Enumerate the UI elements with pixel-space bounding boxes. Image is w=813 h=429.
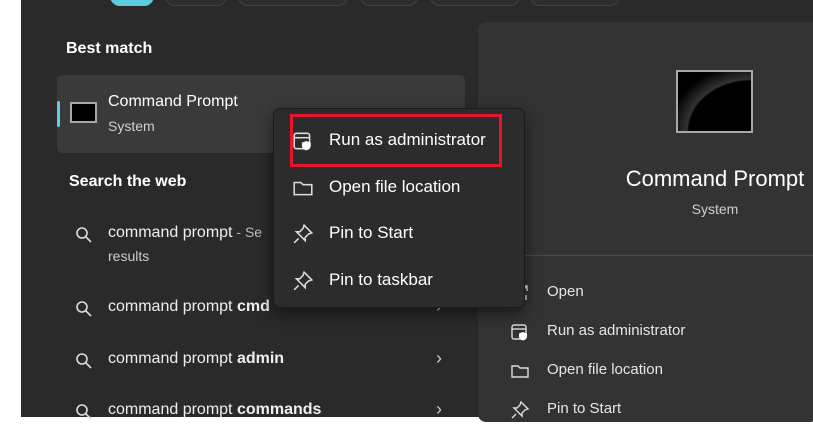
selection-indicator <box>57 101 60 127</box>
result-bold: admin <box>236 350 285 367</box>
command-prompt-large-icon <box>676 70 753 133</box>
filter-pill[interactable] <box>360 0 418 6</box>
pin-icon <box>511 400 530 419</box>
search-icon <box>76 353 92 369</box>
filter-all[interactable] <box>110 0 154 6</box>
search-web-heading: Search the web <box>69 173 187 190</box>
filter-pill[interactable] <box>530 0 620 6</box>
highlight-box <box>290 114 502 167</box>
search-icon <box>76 404 92 420</box>
detail-title: Command Prompt <box>625 166 805 191</box>
result-line2: results <box>108 248 150 264</box>
pin-icon <box>293 223 314 244</box>
folder-icon <box>293 181 313 196</box>
folder-icon <box>511 365 529 378</box>
action-label: Pin to Start <box>547 400 622 417</box>
web-result[interactable]: command prompt commands › <box>70 399 450 429</box>
pin-icon <box>293 270 314 291</box>
filter-pill[interactable] <box>238 0 348 6</box>
best-match-subtitle: System <box>108 118 155 134</box>
menu-item-pin-to-taskbar[interactable]: Pin to taskbar <box>290 260 502 300</box>
result-bold: commands <box>236 401 322 418</box>
best-match-title: Command Prompt <box>108 93 238 110</box>
divider <box>522 255 813 256</box>
result-text: command prompt <box>108 350 237 367</box>
menu-item-label: Pin to Start <box>329 223 414 242</box>
action-label: Open <box>547 283 584 300</box>
search-icon <box>76 301 92 317</box>
shield-window-icon <box>511 324 527 341</box>
menu-item-label: Open file location <box>329 177 461 196</box>
detail-subtitle: System <box>691 201 739 217</box>
filter-pill[interactable] <box>430 0 520 6</box>
menu-item-pin-to-start[interactable]: Pin to Start <box>290 213 502 253</box>
command-prompt-icon <box>70 102 97 123</box>
result-bold: cmd <box>236 298 270 315</box>
search-icon <box>76 227 92 243</box>
web-result[interactable]: command prompt admin › <box>70 348 450 378</box>
best-match-heading: Best match <box>66 40 153 57</box>
chevron-right-icon: › <box>436 348 442 368</box>
result-suffix: - Se <box>232 224 263 240</box>
filter-pill[interactable] <box>165 0 227 6</box>
action-label: Open file location <box>547 361 663 378</box>
action-label: Run as administrator <box>547 322 686 339</box>
result-text: command prompt <box>108 401 237 418</box>
result-text: command prompt <box>108 298 237 315</box>
menu-item-label: Pin to taskbar <box>329 270 433 289</box>
menu-item-open-file-location[interactable]: Open file location <box>290 167 502 207</box>
result-text: command prompt <box>108 224 233 241</box>
